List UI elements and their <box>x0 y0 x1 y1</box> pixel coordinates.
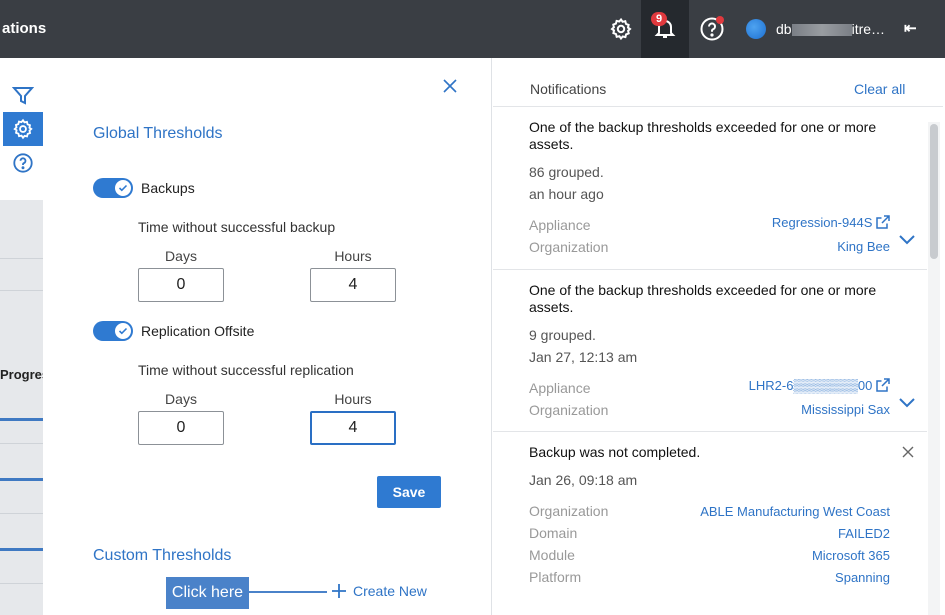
field-value[interactable]: FAILED2 <box>838 526 890 541</box>
help-circle-icon[interactable] <box>11 151 35 175</box>
notification-card[interactable]: Backup was not completed. Jan 26, 09:18 … <box>493 432 927 615</box>
redacted-text <box>791 24 852 37</box>
notification-message: One of the backup thresholds exceeded fo… <box>529 282 877 315</box>
field-key: Organization <box>529 503 609 519</box>
field-key: Appliance <box>529 217 591 233</box>
replication-time-label: Time without successful replication <box>138 362 354 378</box>
callout-connector-line <box>249 591 327 593</box>
table-row <box>0 290 43 291</box>
toggle-knob <box>115 180 131 196</box>
progress-column-header: Progres <box>0 367 50 382</box>
top-bar: ations 9 db itre… ⇤ <box>0 0 945 58</box>
app-title: ations <box>2 20 47 37</box>
click-here-callout: Click here <box>166 577 249 609</box>
notification-card[interactable]: One of the backup thresholds exceeded fo… <box>493 270 927 432</box>
backup-days-label: Days <box>165 248 197 264</box>
notifications-panel: Notifications Clear all One of the backu… <box>493 58 945 615</box>
toggle-knob <box>115 323 131 339</box>
backup-hours-input[interactable]: 4 <box>310 268 396 302</box>
external-link-icon <box>876 378 890 392</box>
replication-days-input[interactable]: 0 <box>138 411 224 445</box>
notification-message: One of the backup thresholds exceeded fo… <box>529 119 877 152</box>
table-row <box>0 513 43 514</box>
notification-grouped: 9 grouped. <box>529 327 596 343</box>
chevron-down-icon[interactable] <box>898 232 916 246</box>
field-value[interactable]: Mississippi Sax <box>801 402 890 417</box>
backup-hours-label: Hours <box>334 248 372 264</box>
notifications-title: Notifications <box>530 81 607 97</box>
global-thresholds-title: Global Thresholds <box>93 125 223 142</box>
replication-hours-label: Hours <box>334 391 372 407</box>
field-key: Organization <box>529 239 609 255</box>
progress-bar <box>0 478 43 481</box>
field-value[interactable]: ABLE Manufacturing West Coast <box>700 504 890 519</box>
backups-toggle[interactable] <box>93 178 133 198</box>
progress-bar <box>0 548 43 551</box>
scroll-thumb[interactable] <box>930 124 938 259</box>
user-menu[interactable]: db itre… <box>776 21 885 37</box>
chevron-down-icon[interactable] <box>898 395 916 409</box>
replication-toggle-label: Replication Offsite <box>141 323 255 339</box>
save-button[interactable]: Save <box>377 476 441 508</box>
notification-message: Backup was not completed. <box>529 444 701 460</box>
replication-toggle[interactable] <box>93 321 133 341</box>
field-key: Appliance <box>529 380 591 396</box>
notification-count-badge: 9 <box>651 12 668 26</box>
user-name-prefix: db <box>776 21 792 37</box>
table-row <box>0 258 43 259</box>
user-name-suffix: itre… <box>851 21 886 37</box>
replication-hours-input[interactable]: 4 <box>310 411 396 445</box>
field-value[interactable]: Spanning <box>835 570 890 585</box>
notifications-header: Notifications Clear all <box>493 58 943 107</box>
field-key: Domain <box>529 525 578 541</box>
plus-icon <box>332 584 346 598</box>
field-value[interactable]: Microsoft 365 <box>812 548 890 563</box>
check-icon <box>118 327 128 335</box>
settings-gear-icon[interactable] <box>606 14 636 44</box>
backup-days-input[interactable]: 0 <box>138 268 224 302</box>
progress-bar <box>0 418 43 421</box>
collapse-panel-icon[interactable]: ⇤ <box>904 19 924 39</box>
close-panel-icon[interactable] <box>440 76 460 96</box>
field-value: LHR2-6▒▒▒▒▒▒▒00 <box>748 378 873 393</box>
check-icon <box>118 184 128 192</box>
notifications-scrollbar[interactable] <box>928 122 940 615</box>
user-avatar[interactable] <box>746 19 766 39</box>
notification-time: Jan 26, 09:18 am <box>529 472 638 488</box>
filter-icon[interactable] <box>11 84 35 108</box>
field-key: Platform <box>529 569 582 585</box>
field-value: Regression-944S <box>771 215 873 230</box>
appliance-link[interactable]: LHR2-6▒▒▒▒▒▒▒00 <box>749 378 890 393</box>
appliance-link[interactable]: Regression-944S <box>772 215 890 230</box>
backup-time-label: Time without successful backup <box>138 219 336 235</box>
settings-icon-active[interactable] <box>3 112 43 146</box>
field-value[interactable]: King Bee <box>837 239 890 254</box>
notification-time: Jan 27, 12:13 am <box>529 349 638 365</box>
backups-toggle-label: Backups <box>141 180 195 196</box>
notification-card[interactable]: One of the backup thresholds exceeded fo… <box>493 107 927 270</box>
notifications-button[interactable] <box>641 0 689 58</box>
create-new-button[interactable]: Create New <box>331 583 427 599</box>
replication-days-label: Days <box>165 391 197 407</box>
dismiss-notification-icon[interactable] <box>901 445 915 459</box>
external-link-icon <box>876 215 890 229</box>
notification-grouped: 86 grouped. <box>529 164 604 180</box>
field-key: Module <box>529 547 575 563</box>
clear-all-link[interactable]: Clear all <box>854 81 905 97</box>
notification-time: an hour ago <box>529 186 604 202</box>
create-new-label: Create New <box>353 583 427 599</box>
table-row <box>0 443 43 444</box>
help-alert-dot <box>716 16 724 24</box>
table-row <box>0 583 43 584</box>
custom-thresholds-title: Custom Thresholds <box>93 547 232 564</box>
field-key: Organization <box>529 402 609 418</box>
